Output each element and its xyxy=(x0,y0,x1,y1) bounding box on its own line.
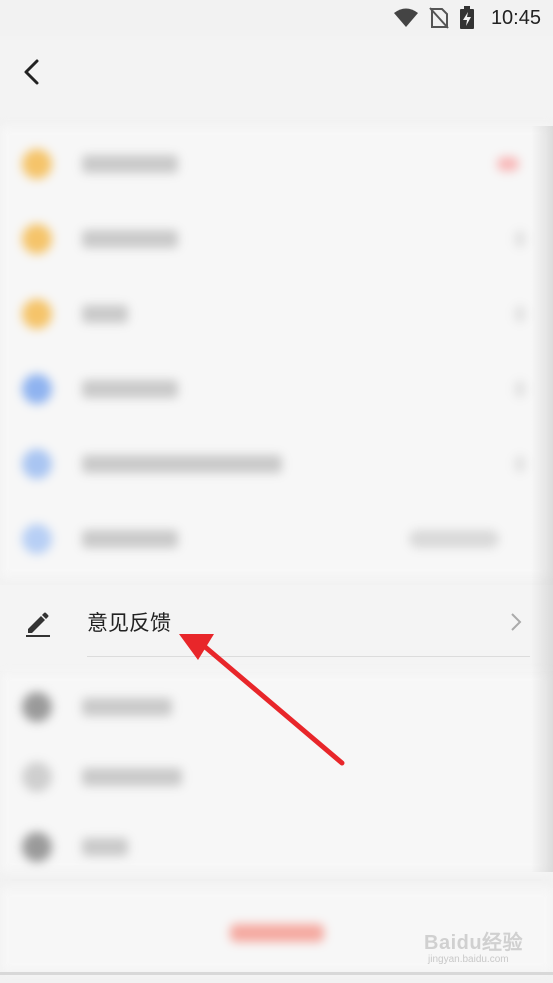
status-time: 10:45 xyxy=(490,6,541,29)
list-item xyxy=(0,812,553,872)
list-item xyxy=(0,672,553,742)
list-item xyxy=(0,351,553,426)
list-item xyxy=(0,201,553,276)
divider xyxy=(87,656,530,657)
chevron-right-icon xyxy=(511,613,522,631)
list-item xyxy=(0,276,553,351)
list-item xyxy=(0,742,553,812)
bottom-edge xyxy=(0,972,553,975)
watermark-logo: Baidu经验 jingyan.baidu.com xyxy=(424,922,549,972)
feedback-label: 意见反馈 xyxy=(87,612,171,635)
list-item xyxy=(0,126,553,201)
status-bar: 10:45 xyxy=(0,0,553,36)
no-sim-icon xyxy=(429,7,449,29)
back-arrow-icon xyxy=(24,59,39,85)
toolbar xyxy=(0,36,553,120)
wifi-icon xyxy=(393,8,419,28)
watermark-text: Baidu经验 xyxy=(424,932,524,954)
back-button[interactable] xyxy=(12,52,52,92)
list-item xyxy=(0,426,553,501)
battery-charging-icon xyxy=(459,6,475,30)
watermark-url: jingyan.baidu.com xyxy=(428,954,509,965)
list-item xyxy=(0,501,553,576)
blurred-settings-list-lower xyxy=(0,672,553,872)
pencil-icon xyxy=(26,612,50,637)
feedback-item[interactable]: 意见反馈 xyxy=(0,585,553,671)
blurred-settings-list xyxy=(0,126,553,578)
